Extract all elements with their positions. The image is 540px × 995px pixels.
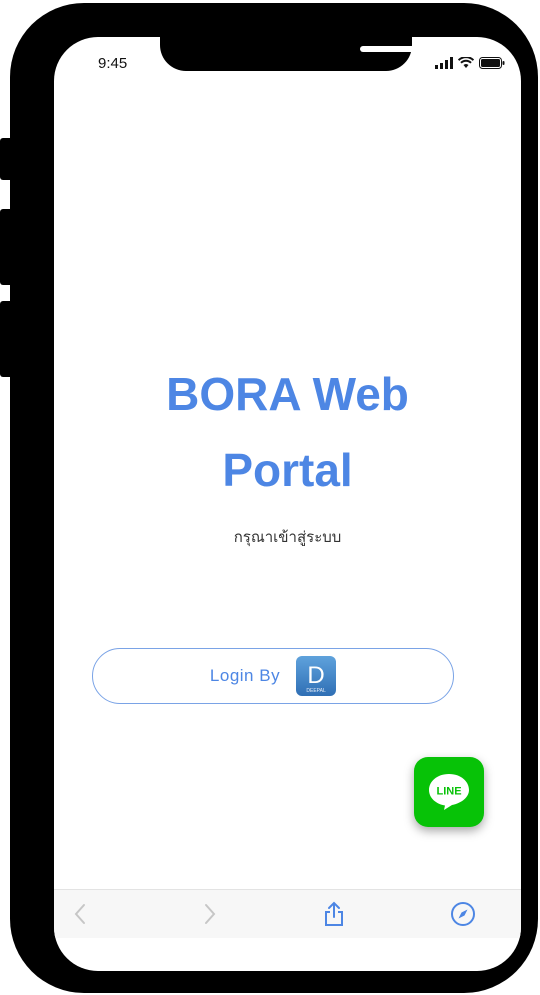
screen: 9:45 BORA Web Portal กรุณาเข้าสู่ระบบ Lo… xyxy=(54,37,521,971)
share-icon xyxy=(325,901,343,926)
safari-button[interactable] xyxy=(447,898,479,930)
d-logo-icon: D DEEPAL xyxy=(296,656,337,696)
line-icon: LINE xyxy=(429,774,469,810)
line-chat-button[interactable]: LINE xyxy=(414,757,484,827)
compass-icon xyxy=(451,902,475,926)
line-icon-label: LINE xyxy=(436,786,461,798)
status-icons xyxy=(435,57,505,69)
page-title-line2: Portal xyxy=(222,444,353,496)
login-button-label: Login By xyxy=(209,666,281,685)
login-prompt-text: กรุณาเข้าสู่ระบบ xyxy=(233,529,342,546)
front-camera xyxy=(444,42,458,56)
battery-icon xyxy=(479,57,505,69)
mute-switch xyxy=(0,138,10,180)
back-icon xyxy=(74,904,85,924)
browser-toolbar xyxy=(54,889,521,938)
volume-down-button xyxy=(0,301,10,377)
share-button[interactable] xyxy=(318,898,350,930)
d-logo-caption: DEEPAL xyxy=(306,688,326,694)
notch xyxy=(160,37,458,71)
page-title-line1: BORA Web xyxy=(166,368,409,420)
back-button[interactable] xyxy=(64,898,96,930)
status-time: 9:45 xyxy=(98,55,128,72)
forward-icon xyxy=(205,904,216,924)
signal-icon xyxy=(435,57,453,69)
wifi-icon xyxy=(458,57,474,68)
volume-up-button xyxy=(0,209,10,285)
login-by-button[interactable]: Login By D DEEPAL xyxy=(92,648,454,704)
speaker-grille xyxy=(360,46,424,52)
phone-frame: 9:45 BORA Web Portal กรุณาเข้าสู่ระบบ Lo… xyxy=(0,3,538,993)
forward-button[interactable] xyxy=(194,898,226,930)
d-logo-letter: D xyxy=(307,662,325,689)
